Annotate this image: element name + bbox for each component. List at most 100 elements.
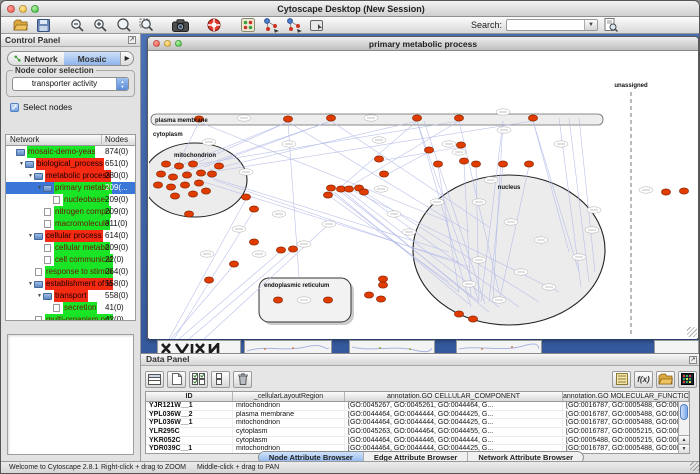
- network-node[interactable]: [471, 161, 480, 167]
- scroll-up-icon[interactable]: ▲: [679, 435, 689, 444]
- network-node[interactable]: [249, 206, 258, 212]
- zoom-in-icon[interactable]: [91, 18, 109, 33]
- network-node[interactable]: [161, 161, 170, 167]
- tree-row[interactable]: ▼transport558(0): [6, 290, 135, 302]
- network-node[interactable]: [454, 115, 463, 121]
- network-node[interactable]: [326, 115, 335, 121]
- table-row[interactable]: YPL036W__2plasma membrane[GO:0044464, GO…: [146, 411, 689, 420]
- expand-arrow-icon[interactable]: ▼: [36, 182, 43, 194]
- table-cell[interactable]: cytoplasm: [233, 428, 345, 436]
- table-cell[interactable]: cytoplasm: [233, 437, 345, 445]
- network-node[interactable]: [323, 297, 332, 303]
- tree-row[interactable]: ▼cellular process614(0): [6, 230, 135, 242]
- network-node[interactable]: [249, 239, 258, 245]
- attribute-list-icon[interactable]: [612, 371, 631, 388]
- float-panel-icon[interactable]: ↗: [128, 36, 136, 44]
- select-nodes-checkbox[interactable]: ✓: [10, 103, 19, 112]
- tab-network[interactable]: Network: [8, 52, 64, 65]
- zoom-out-icon[interactable]: [68, 18, 86, 33]
- network-node[interactable]: [184, 211, 193, 217]
- tree-row[interactable]: cell communicat22(0): [6, 254, 135, 266]
- network-node[interactable]: [168, 174, 177, 180]
- network-node[interactable]: [378, 282, 387, 288]
- network-node[interactable]: [188, 191, 197, 197]
- table-cell[interactable]: YPL036W__2: [146, 411, 233, 419]
- network-node[interactable]: [379, 171, 388, 177]
- tree-row[interactable]: macromolecule311(0): [6, 218, 135, 230]
- network-edge[interactable]: [199, 121, 459, 164]
- table-cell[interactable]: YLR295C: [146, 428, 233, 436]
- network-node[interactable]: [170, 193, 179, 199]
- table-row[interactable]: YJR121W__1mitochondrion[GO:0045267, GO:0…: [146, 402, 689, 411]
- column-header[interactable]: annotation.GO MOLECULAR_FUNCTION: [563, 392, 689, 401]
- network-node[interactable]: [376, 296, 385, 302]
- function-builder-icon[interactable]: f(x): [634, 371, 653, 388]
- attribute-table[interactable]: ID_cellularLayoutRegionannotation.GO CEL…: [145, 391, 690, 454]
- network-node[interactable]: [273, 297, 282, 303]
- tab-mosaic[interactable]: Mosaic: [64, 52, 120, 65]
- table-cell[interactable]: [GO:0045263, GO:0044464, GO:0044455, G..…: [345, 428, 563, 436]
- table-cell[interactable]: YJR121W__1: [146, 402, 233, 410]
- search-dropdown-arrow[interactable]: ▼: [584, 20, 597, 30]
- window-resize-grip[interactable]: [690, 462, 699, 471]
- expand-arrow-icon[interactable]: ▼: [18, 158, 25, 170]
- unselect-attributes-icon[interactable]: [211, 371, 230, 388]
- network-node[interactable]: [359, 189, 368, 195]
- network-node[interactable]: [188, 161, 197, 167]
- network-window-titlebar[interactable]: primary metabolic process: [148, 37, 698, 51]
- network-close-button[interactable]: [153, 40, 160, 47]
- expand-arrow-icon[interactable]: ▼: [27, 278, 34, 290]
- network-node[interactable]: [276, 247, 285, 253]
- table-cell[interactable]: [GO:0044464, GO:0044444, GO:0044425, G..…: [345, 411, 563, 419]
- background-window[interactable]: [654, 340, 699, 353]
- expand-arrow-icon[interactable]: ▼: [27, 170, 34, 182]
- attribute-table-icon[interactable]: [145, 371, 164, 388]
- float-data-panel-icon[interactable]: ↗: [689, 356, 697, 364]
- network-node[interactable]: [174, 163, 183, 169]
- tree-row[interactable]: response to stimulu264(0): [6, 266, 135, 278]
- network-graph[interactable]: plasma membranecytoplasmmitochondrionnuc…: [149, 52, 697, 339]
- combo-stepper-icon[interactable]: ▲▼: [116, 78, 128, 90]
- tree-row[interactable]: nucleobase-209(0): [6, 194, 135, 206]
- table-row[interactable]: YPL036W__1mitochondrion[GO:0044464, GO:0…: [146, 419, 689, 428]
- network-node[interactable]: [679, 188, 688, 194]
- table-cell[interactable]: [GO:0005488, GO:0005215, GO:0003674]: [563, 437, 689, 445]
- network-edge[interactable]: [171, 265, 234, 339]
- network-node[interactable]: [166, 184, 175, 190]
- network-node[interactable]: [241, 194, 250, 200]
- color-attribute-combobox[interactable]: transporter activity ▲▼: [12, 77, 129, 91]
- heatmap-icon[interactable]: [678, 371, 697, 388]
- birds-eye-view[interactable]: [7, 334, 134, 455]
- delete-attribute-icon[interactable]: [233, 371, 252, 388]
- network-node[interactable]: [182, 172, 191, 178]
- network-edge[interactable]: [209, 121, 417, 170]
- zoom-fit-icon[interactable]: [137, 18, 155, 33]
- network-node[interactable]: [528, 115, 537, 121]
- network-node[interactable]: [344, 186, 353, 192]
- table-cell[interactable]: [GO:0045267, GO:0045261, GO:0044464, G..…: [345, 402, 563, 410]
- zoom-selected-icon[interactable]: [114, 18, 132, 33]
- table-cell[interactable]: mitochondrion: [233, 402, 345, 410]
- tree-row[interactable]: ▼metabolic process280(0): [6, 170, 135, 182]
- annotation-icon[interactable]: [308, 18, 326, 33]
- network-node[interactable]: [288, 246, 297, 252]
- save-icon[interactable]: [34, 18, 52, 33]
- network-edge[interactable]: [384, 152, 429, 176]
- table-cell[interactable]: YPL036W__1: [146, 419, 233, 427]
- network-canvas[interactable]: plasma membranecytoplasmmitochondrionnuc…: [149, 52, 697, 339]
- network-node[interactable]: [180, 182, 189, 188]
- network-node[interactable]: [433, 161, 442, 167]
- network-node[interactable]: [459, 158, 468, 164]
- table-cell[interactable]: YDR039C__1: [146, 445, 233, 453]
- network-node[interactable]: [229, 261, 238, 267]
- network-node[interactable]: [283, 116, 292, 122]
- network-node[interactable]: [424, 147, 433, 153]
- tree-row[interactable]: mosaic-demo-yeast874(0): [6, 146, 135, 158]
- network-node[interactable]: [524, 161, 533, 167]
- table-cell[interactable]: [GO:0044464, GO:0044444, GO:0044425, G..…: [345, 419, 563, 427]
- column-header[interactable]: _cellularLayoutRegion: [233, 392, 345, 401]
- tree-row[interactable]: ▼primary metabo209(...: [6, 182, 135, 194]
- tree-row[interactable]: nitrogen compo209(0): [6, 206, 135, 218]
- select-attributes-icon[interactable]: [189, 371, 208, 388]
- network-resize-grip[interactable]: [687, 327, 697, 337]
